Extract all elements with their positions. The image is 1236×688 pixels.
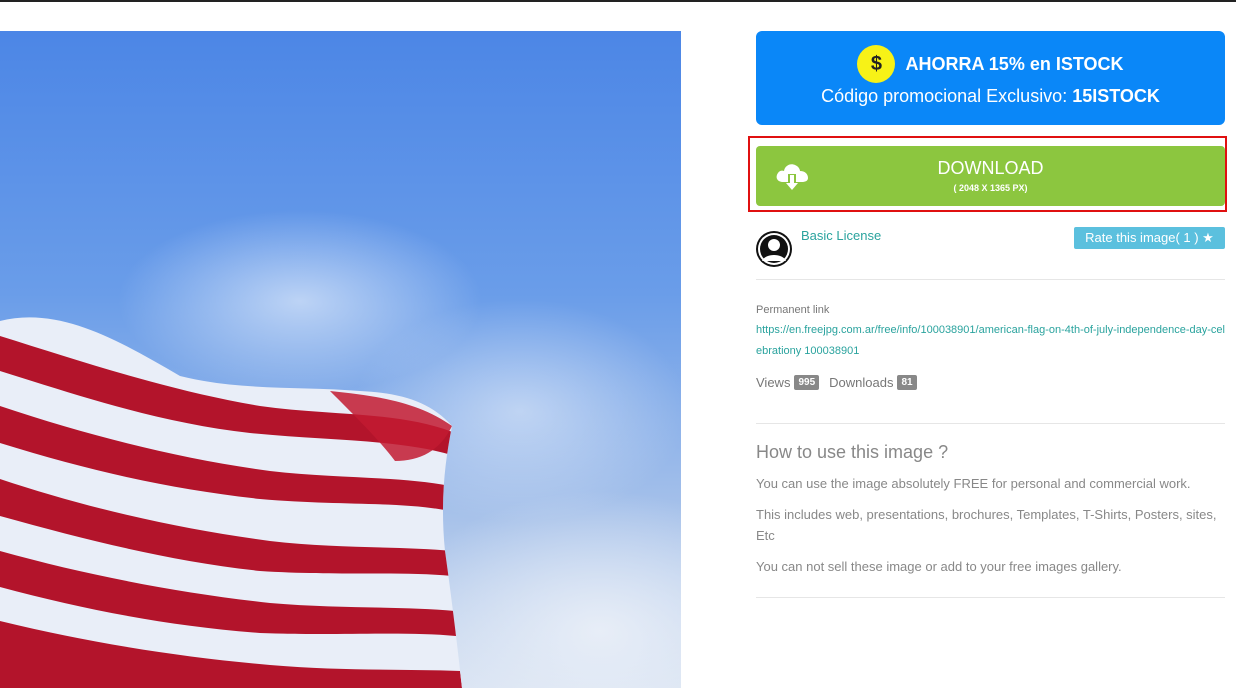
stats-row: Views 995 Downloads 81	[756, 375, 917, 390]
permanent-link-url[interactable]: https://en.freejpg.com.ar/free/info/1000…	[756, 320, 1226, 362]
divider	[756, 597, 1225, 598]
views-label: Views	[756, 375, 791, 390]
divider	[756, 423, 1225, 424]
download-label: DOWNLOAD	[937, 158, 1044, 178]
promo-title: AHORRA 15% en ISTOCK	[905, 53, 1124, 74]
promo-subtitle-text: Código promocional Exclusivo:	[821, 86, 1073, 106]
downloads-count-badge: 81	[897, 375, 917, 390]
views-count-badge: 995	[794, 375, 820, 390]
user-avatar-icon	[758, 233, 790, 265]
avatar[interactable]	[756, 231, 792, 267]
promo-header: $ AHORRA 15% en ISTOCK	[756, 45, 1225, 83]
license-link[interactable]: Basic License	[801, 228, 881, 243]
download-size: ( 2048 X 1365 PX)	[953, 183, 1028, 193]
downloads-label: Downloads	[829, 375, 894, 390]
usage-text-1: You can use the image absolutely FREE fo…	[756, 476, 1191, 491]
promo-subtitle: Código promocional Exclusivo: 15ISTOCK	[756, 86, 1225, 107]
download-button[interactable]: DOWNLOAD ( 2048 X 1365 PX)	[756, 146, 1225, 206]
usage-text-3: You can not sell these image or add to y…	[756, 559, 1122, 574]
flag-illustration	[0, 317, 462, 688]
how-to-use-title: How to use this image ?	[756, 442, 949, 462]
dollar-coin-icon: $	[857, 45, 896, 83]
usage-text-2: This includes web, presentations, brochu…	[756, 507, 1217, 543]
promo-code: 15ISTOCK	[1072, 86, 1160, 106]
main-photo[interactable]	[0, 31, 681, 688]
rate-image-button[interactable]: Rate this image( 1 ) ★	[1074, 227, 1225, 249]
promo-banner[interactable]: $ AHORRA 15% en ISTOCK Código promociona…	[756, 31, 1225, 125]
top-border	[0, 0, 1236, 2]
divider	[756, 279, 1225, 280]
permanent-link-label: Permanent link	[756, 304, 830, 316]
